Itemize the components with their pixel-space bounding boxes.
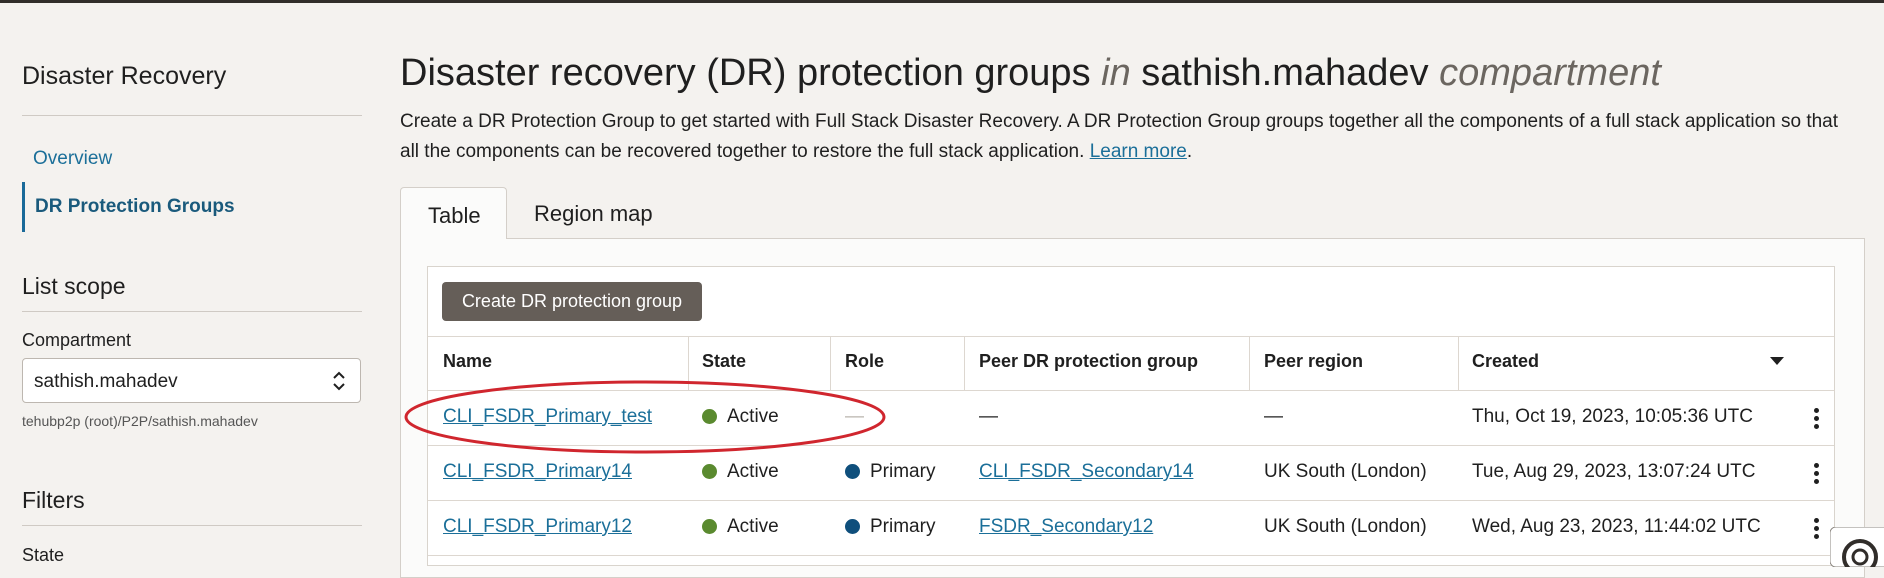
- compartment-value: sathish.mahadev: [34, 371, 178, 392]
- column-header-role[interactable]: Role: [845, 351, 884, 372]
- primary-role-dot-icon: [845, 519, 860, 534]
- filters-heading: Filters: [22, 487, 85, 513]
- row-created: Tue, Aug 29, 2023, 13:07:24 UTC: [1472, 461, 1756, 482]
- select-chevrons-icon: [333, 371, 345, 391]
- row-role: Primary: [845, 461, 935, 483]
- row-peer-region: —: [1264, 406, 1283, 427]
- filters-divider: [22, 525, 362, 526]
- row-peer-region: UK South (London): [1264, 461, 1427, 482]
- title-main: Disaster recovery (DR) protection groups: [400, 52, 1091, 94]
- table-header-top-border: [428, 336, 1834, 337]
- active-status-dot-icon: [702, 519, 717, 534]
- column-header-state[interactable]: State: [702, 351, 746, 372]
- title-suffix: compartment: [1439, 52, 1661, 94]
- learn-more-link[interactable]: Learn more: [1090, 141, 1187, 162]
- primary-role-dot-icon: [845, 464, 860, 479]
- page-description: Create a DR Protection Group to get star…: [400, 107, 1860, 167]
- sidebar-title: Disaster Recovery: [22, 62, 227, 90]
- title-in: in: [1101, 52, 1131, 94]
- tab-region-map[interactable]: Region map: [534, 201, 653, 227]
- list-scope-heading: List scope: [22, 273, 126, 299]
- tab-table-label: Table: [428, 203, 481, 228]
- help-lifebuoy-icon[interactable]: [1830, 527, 1884, 567]
- list-scope-divider: [22, 311, 362, 312]
- sidebar-item-dr-protection-groups[interactable]: DR Protection Groups: [22, 182, 235, 232]
- column-divider: [1458, 336, 1459, 390]
- row-created: Wed, Aug 23, 2023, 11:44:02 UTC: [1472, 516, 1761, 537]
- row-role: Primary: [845, 516, 935, 538]
- row-created: Thu, Oct 19, 2023, 10:05:36 UTC: [1472, 406, 1753, 427]
- tab-table[interactable]: Table: [400, 187, 507, 239]
- row-state: Active: [702, 461, 779, 483]
- row-peer-region: UK South (London): [1264, 516, 1427, 537]
- top-bar: [0, 0, 1884, 3]
- state-filter-label: State: [22, 545, 65, 565]
- compartment-path: tehubp2p (root)/P2P/sathish.mahadev: [22, 413, 258, 429]
- column-header-peer-region[interactable]: Peer region: [1264, 351, 1363, 372]
- column-divider: [964, 336, 965, 390]
- sidebar-divider: [22, 115, 362, 116]
- compartment-select[interactable]: sathish.mahadev: [22, 358, 361, 403]
- column-header-created[interactable]: Created: [1472, 351, 1539, 372]
- row-name-link[interactable]: CLI_FSDR_Primary12: [443, 516, 632, 538]
- compartment-label: Compartment: [22, 330, 132, 350]
- column-header-peer-group[interactable]: Peer DR protection group: [979, 351, 1198, 372]
- row-role-label: Primary: [870, 461, 936, 482]
- sort-descending-icon[interactable]: [1770, 357, 1784, 365]
- description-period: .: [1186, 141, 1193, 162]
- row-name-link[interactable]: CLI_FSDR_Primary14: [443, 461, 632, 483]
- row-state: Active: [702, 516, 779, 538]
- row-actions-kebab-icon[interactable]: [1814, 518, 1820, 542]
- row-role-label: Primary: [870, 516, 936, 537]
- table-row-border: [428, 555, 1834, 556]
- row-state-label: Active: [727, 461, 779, 482]
- row-peer-group: —: [979, 406, 998, 427]
- column-divider: [1249, 336, 1250, 390]
- row-peer-group-link[interactable]: FSDR_Secondary12: [979, 516, 1153, 538]
- row-peer-group-link[interactable]: CLI_FSDR_Secondary14: [979, 461, 1193, 483]
- create-dr-protection-group-button[interactable]: Create DR protection group: [442, 282, 702, 321]
- row-actions-kebab-icon[interactable]: [1814, 463, 1820, 487]
- annotation-highlight-oval: [404, 380, 886, 454]
- active-status-dot-icon: [702, 464, 717, 479]
- sidebar-item-overview[interactable]: Overview: [22, 148, 112, 170]
- page-title: Disaster recovery (DR) protection groups…: [400, 52, 1661, 95]
- row-actions-kebab-icon[interactable]: [1814, 408, 1820, 432]
- table-row-border: [428, 500, 1834, 501]
- title-compartment: sathish.mahadev: [1141, 52, 1429, 94]
- row-state-label: Active: [727, 516, 779, 537]
- column-header-name[interactable]: Name: [443, 351, 492, 372]
